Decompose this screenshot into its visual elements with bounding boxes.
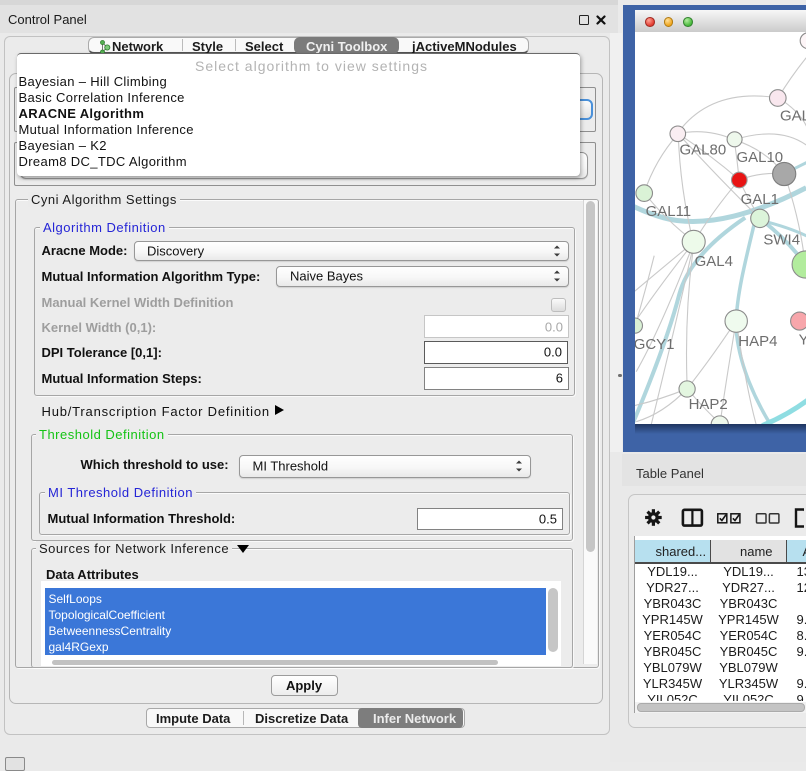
svg-text:HAP2: HAP2 [688, 396, 727, 413]
svg-text:Y: Y [798, 332, 805, 349]
svg-text:GAL80: GAL80 [679, 142, 726, 159]
svg-text:GAL4: GAL4 [694, 253, 732, 270]
svg-text:SWI4: SWI4 [763, 232, 800, 249]
svg-text:GAL: GAL [780, 108, 806, 125]
svg-text:HAP4: HAP4 [738, 333, 777, 350]
svg-text:GAL1: GAL1 [740, 191, 778, 208]
svg-text:GAL10: GAL10 [736, 149, 783, 166]
svg-text:GAL11: GAL11 [645, 203, 691, 220]
svg-text:GCY1: GCY1 [635, 336, 675, 353]
